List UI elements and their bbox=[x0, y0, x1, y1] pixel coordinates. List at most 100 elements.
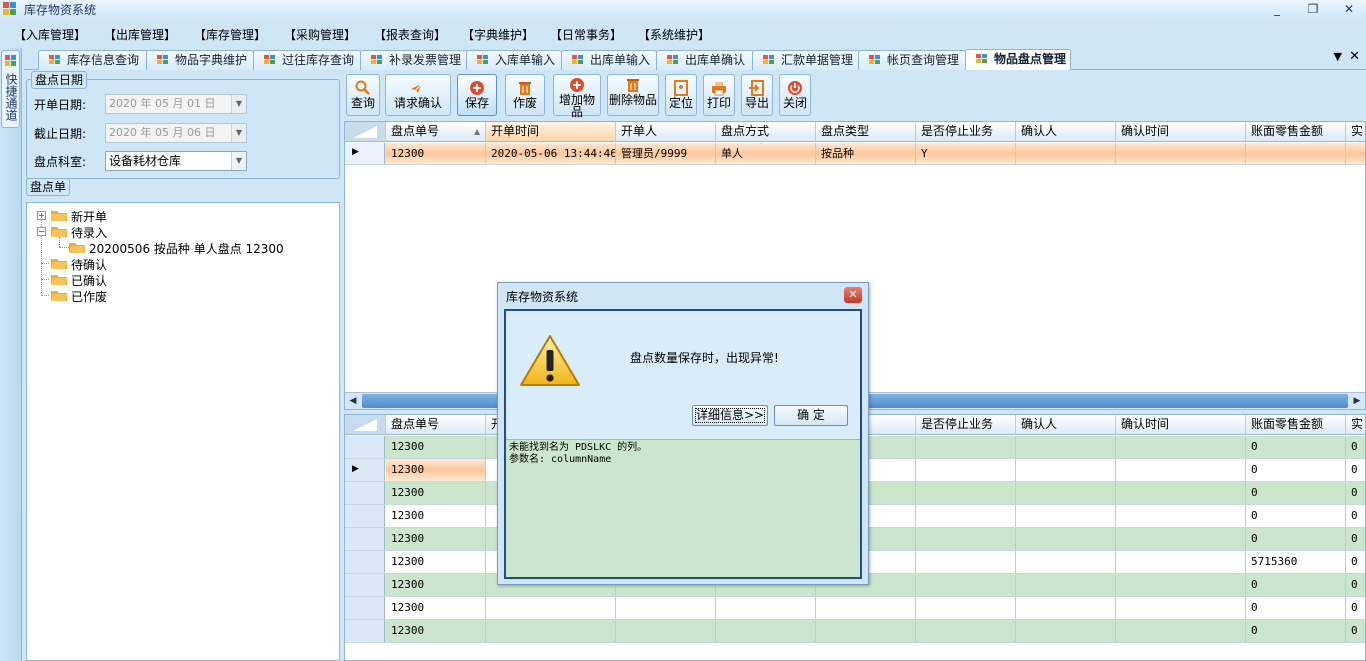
cell-count-method[interactable] bbox=[716, 620, 816, 642]
cell-confirmer[interactable] bbox=[1016, 551, 1116, 573]
cell-sheet-no[interactable]: 12300 bbox=[386, 551, 486, 573]
menu-inbound[interactable]: 【入库管理】 bbox=[14, 26, 86, 43]
table-row[interactable]: ▶ 12300 2020-05-06 13:44:46 管理员/9999 单人 … bbox=[345, 143, 1365, 165]
cell-actual[interactable]: 0 bbox=[1346, 551, 1365, 573]
cell-book-retail[interactable]: 0 bbox=[1246, 528, 1346, 550]
col-book-retail[interactable]: 账面零售金额 bbox=[1246, 415, 1346, 434]
cell-confirm-time[interactable] bbox=[1116, 436, 1246, 458]
minimize-button[interactable]: _ bbox=[1267, 1, 1287, 17]
cell-stop-business[interactable] bbox=[916, 528, 1016, 550]
scroll-left-icon[interactable]: ◀ bbox=[345, 393, 361, 409]
cell-opener[interactable]: 管理员/9999 bbox=[616, 143, 716, 164]
cell-confirmer[interactable] bbox=[1016, 436, 1116, 458]
cell-confirmer[interactable] bbox=[1016, 505, 1116, 527]
cell-count-method[interactable]: 单人 bbox=[716, 143, 816, 164]
cell-book-retail[interactable]: 0 bbox=[1246, 459, 1346, 481]
cell-opener[interactable] bbox=[616, 620, 716, 642]
tab-item-dictionary[interactable]: 物品字典维护 bbox=[146, 50, 254, 70]
cell-confirmer[interactable] bbox=[1016, 597, 1116, 619]
tab-ledger[interactable]: 帐页查询管理 bbox=[858, 50, 966, 70]
chevron-down-icon[interactable]: ▼ bbox=[231, 95, 246, 113]
row-header[interactable] bbox=[345, 528, 385, 550]
cell-confirm-time[interactable] bbox=[1116, 528, 1246, 550]
col-open-time[interactable]: 开单时间 bbox=[486, 122, 616, 141]
tree-node-confirmed[interactable]: 已确认 bbox=[27, 271, 337, 288]
cell-open-time[interactable] bbox=[486, 620, 616, 642]
cell-confirmer[interactable] bbox=[1016, 482, 1116, 504]
col-confirmer[interactable]: 确认人 bbox=[1016, 415, 1116, 434]
tab-past-stock[interactable]: 过往库存查询 bbox=[253, 50, 361, 70]
cell-sheet-no[interactable]: 12300 bbox=[386, 620, 486, 642]
row-header[interactable]: ▶ bbox=[345, 143, 385, 164]
row-header[interactable] bbox=[345, 597, 385, 619]
cell-actual[interactable]: 0 bbox=[1346, 528, 1365, 550]
row-header[interactable] bbox=[345, 551, 385, 573]
row-header[interactable] bbox=[345, 574, 385, 596]
cell-count-method[interactable] bbox=[716, 597, 816, 619]
detail-button[interactable]: 详细信息>> bbox=[692, 405, 768, 426]
tab-outbound-confirm[interactable]: 出库单确认 bbox=[656, 50, 754, 70]
cell-book-retail[interactable]: 5715360 bbox=[1246, 551, 1346, 573]
menu-purchase[interactable]: 【采购管理】 bbox=[284, 26, 356, 43]
cell-confirmer[interactable] bbox=[1016, 528, 1116, 550]
save-button[interactable]: 保存 bbox=[457, 74, 497, 116]
menu-stock[interactable]: 【库存管理】 bbox=[194, 26, 266, 43]
cell-count-type[interactable]: 按品种 bbox=[816, 143, 916, 164]
tab-outbound-input[interactable]: 出库单输入 bbox=[561, 50, 657, 70]
tree-node-pending-confirm[interactable]: 待确认 bbox=[27, 255, 337, 272]
cell-stop-business[interactable] bbox=[916, 620, 1016, 642]
col-book-retail[interactable]: 账面零售金额 bbox=[1246, 122, 1346, 141]
row-header[interactable] bbox=[345, 505, 385, 527]
ok-button[interactable]: 确 定 bbox=[774, 405, 848, 426]
cell-stop-business[interactable] bbox=[916, 551, 1016, 573]
table-row[interactable]: 12300 0 0 bbox=[345, 620, 1365, 643]
cell-open-time[interactable] bbox=[486, 597, 616, 619]
locate-button[interactable]: 定位 bbox=[665, 74, 697, 116]
cell-confirm-time[interactable] bbox=[1116, 551, 1246, 573]
cell-book-retail[interactable]: 0 bbox=[1246, 574, 1346, 596]
collapse-icon[interactable]: − bbox=[37, 227, 46, 236]
query-button[interactable]: 查询 bbox=[346, 74, 380, 116]
cell-sheet-no[interactable]: 12300 bbox=[386, 143, 486, 164]
cell-actual[interactable]: 0 bbox=[1346, 574, 1365, 596]
cell-count-type[interactable] bbox=[816, 597, 916, 619]
request-confirm-button[interactable]: 请求确认 bbox=[385, 74, 451, 116]
col-sheet-no[interactable]: 盘点单号 bbox=[386, 415, 486, 434]
cell-sheet-no[interactable]: 12300 bbox=[386, 574, 486, 596]
cell-confirmer[interactable] bbox=[1016, 620, 1116, 642]
cell-stop-business[interactable] bbox=[916, 436, 1016, 458]
cell-confirm-time[interactable] bbox=[1116, 574, 1246, 596]
menu-dictionary[interactable]: 【字典维护】 bbox=[462, 26, 534, 43]
close-window-button[interactable]: ✕ bbox=[1339, 1, 1359, 17]
cell-sheet-no[interactable]: 12300 bbox=[386, 505, 486, 527]
cell-book-retail[interactable]: 0 bbox=[1246, 505, 1346, 527]
col-opener[interactable]: 开单人 bbox=[616, 122, 716, 141]
scroll-right-icon[interactable]: ▶ bbox=[1349, 393, 1365, 409]
delete-item-button[interactable]: 删除物品 bbox=[607, 74, 659, 116]
cell-stop-business[interactable] bbox=[916, 482, 1016, 504]
tree-node-voided[interactable]: 已作废 bbox=[27, 287, 337, 304]
col-count-method[interactable]: 盘点方式 bbox=[716, 122, 816, 141]
cell-confirmer[interactable] bbox=[1016, 143, 1116, 164]
restore-button[interactable]: ❐ bbox=[1303, 1, 1323, 17]
cell-actual[interactable]: 0 bbox=[1346, 505, 1365, 527]
chevron-down-icon[interactable]: ▼ bbox=[231, 124, 246, 142]
tree-node-new[interactable]: + 新开单 bbox=[27, 207, 337, 224]
cell-sheet-no[interactable]: 12300 bbox=[386, 436, 486, 458]
cell-actual[interactable]: 0 bbox=[1346, 436, 1365, 458]
tab-remittance[interactable]: 汇款单据管理 bbox=[752, 50, 860, 70]
tab-close-icon[interactable]: ✕ bbox=[1349, 49, 1360, 64]
table-row[interactable]: 12300 0 0 bbox=[345, 597, 1365, 620]
cell-actual[interactable]: 0 bbox=[1346, 482, 1365, 504]
cell-book-retail[interactable] bbox=[1246, 143, 1346, 164]
cell-sheet-no[interactable]: 12300 bbox=[386, 482, 486, 504]
cell-count-type[interactable] bbox=[816, 620, 916, 642]
cell-sheet-no[interactable]: 12300 bbox=[386, 459, 486, 481]
add-item-button[interactable]: 增加物品 bbox=[553, 74, 601, 118]
cell-confirm-time[interactable] bbox=[1116, 482, 1246, 504]
menu-daily[interactable]: 【日常事务】 bbox=[550, 26, 622, 43]
cell-sheet-no[interactable]: 12300 bbox=[386, 528, 486, 550]
dept-select[interactable]: 设备耗材仓库 ▼ bbox=[105, 151, 247, 171]
col-confirmer[interactable]: 确认人 bbox=[1016, 122, 1116, 141]
cell-confirm-time[interactable] bbox=[1116, 597, 1246, 619]
